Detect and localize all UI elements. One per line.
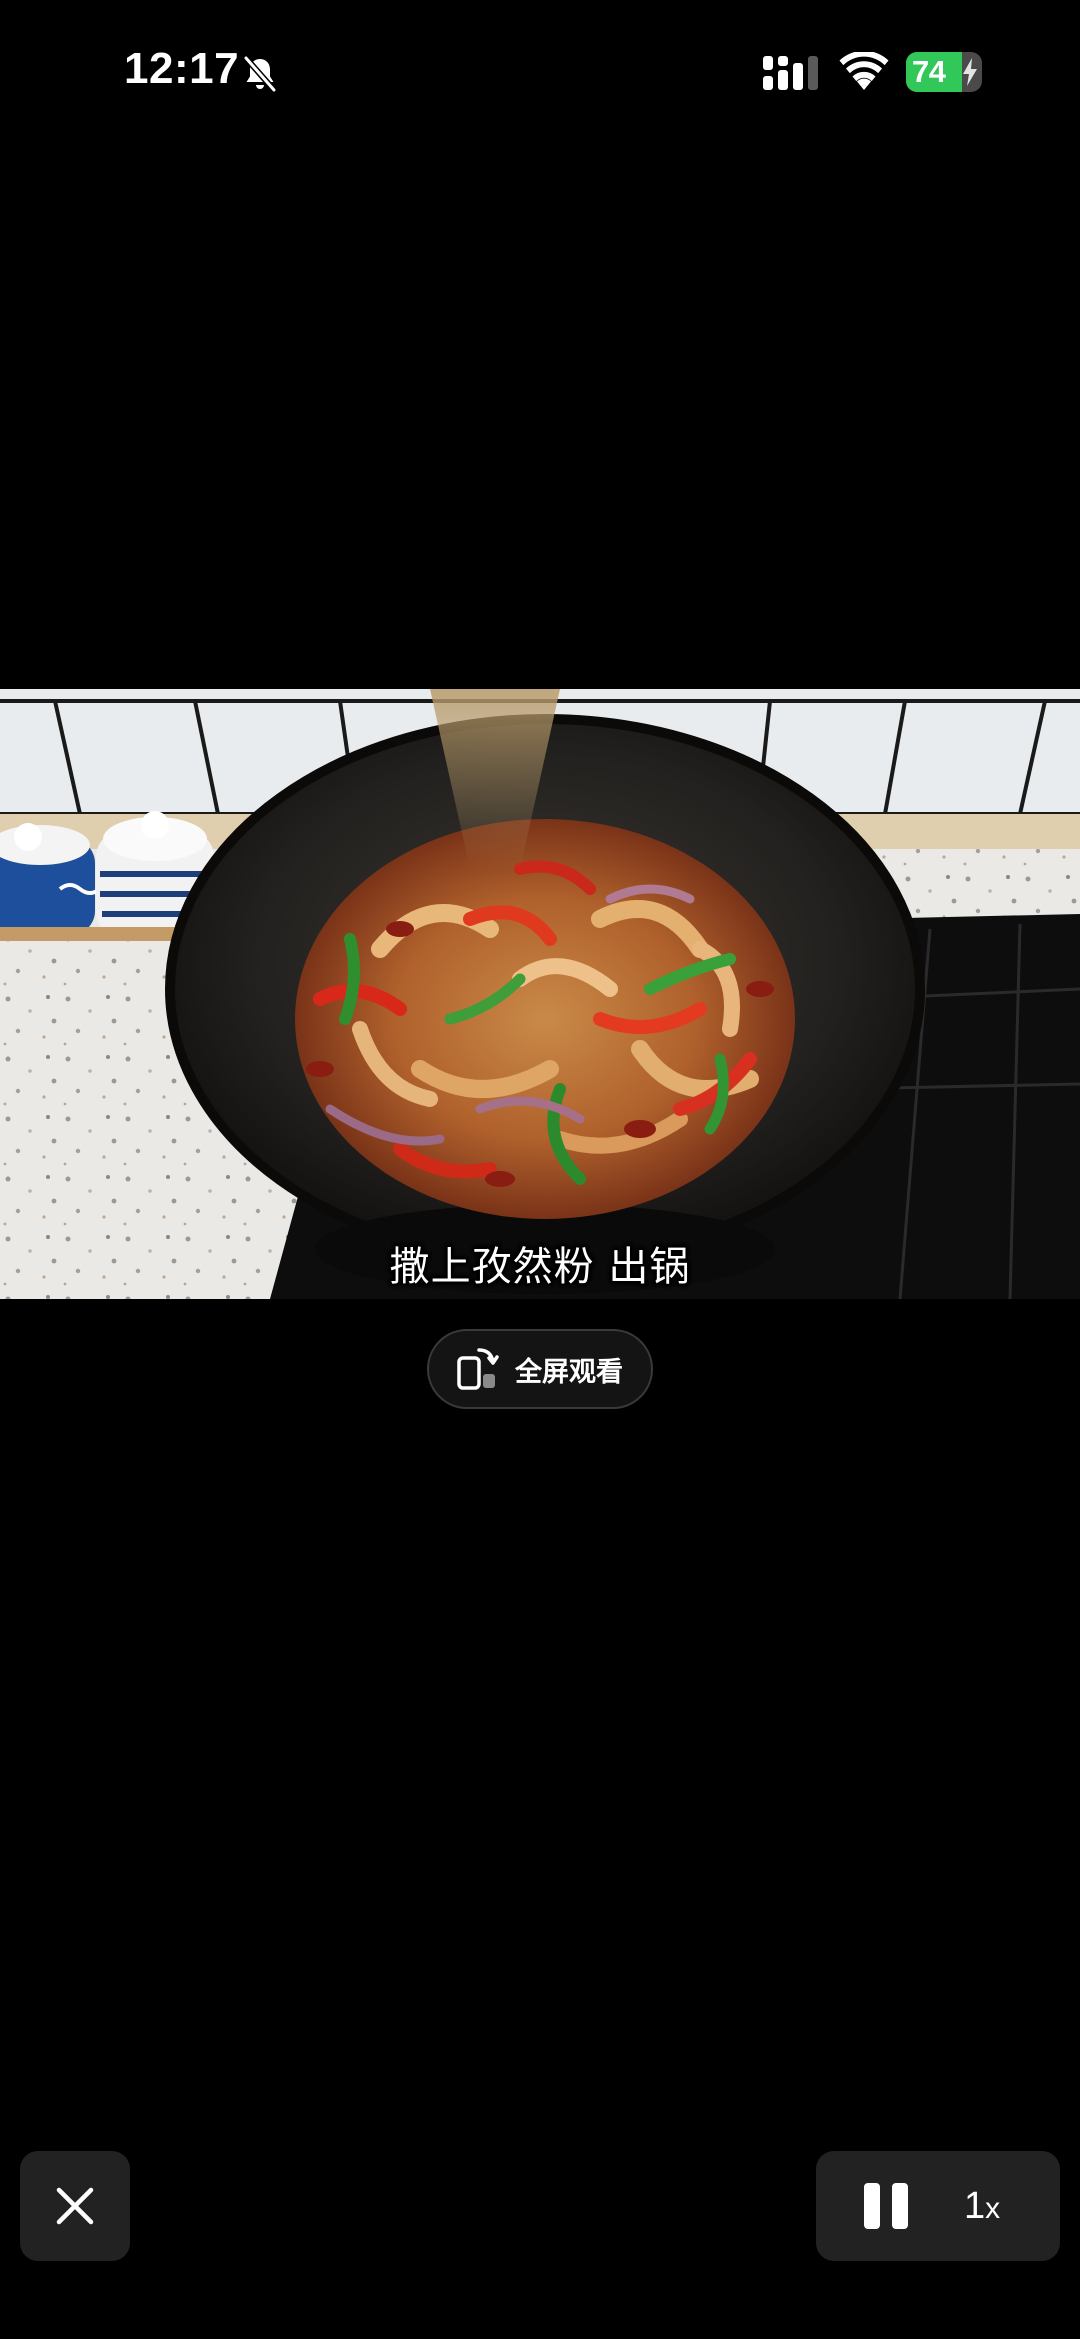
battery-icon: 74: [906, 52, 982, 92]
wifi-icon: [839, 52, 889, 90]
seasoning-jar-blue: [0, 823, 102, 935]
pause-icon[interactable]: [860, 2179, 914, 2233]
playback-controls: 1x: [816, 2151, 1060, 2261]
bell-slash-icon: [243, 55, 277, 93]
video-frame-image: [0, 689, 1080, 1299]
speed-value: 1: [964, 2185, 986, 2227]
playback-speed-button[interactable]: 1x: [964, 2181, 1034, 2231]
fullscreen-button[interactable]: 全屏观看: [427, 1329, 653, 1409]
cellular-signal-icon: [763, 56, 818, 90]
status-time: 12:17: [124, 44, 240, 93]
video-player[interactable]: 撒上孜然粉 出锅: [0, 689, 1080, 1299]
close-button[interactable]: [20, 2151, 130, 2261]
charging-bolt-icon: [963, 58, 977, 86]
speed-unit: x: [985, 2192, 1001, 2225]
status-bar: 12:17 74: [0, 0, 1080, 150]
close-icon: [56, 2187, 94, 2225]
fullscreen-label: 全屏观看: [515, 1356, 623, 1388]
video-subtitle: 撒上孜然粉 出锅: [389, 1244, 691, 1290]
rotate-phone-icon: [457, 1348, 499, 1390]
battery-percent: 74: [912, 54, 946, 89]
